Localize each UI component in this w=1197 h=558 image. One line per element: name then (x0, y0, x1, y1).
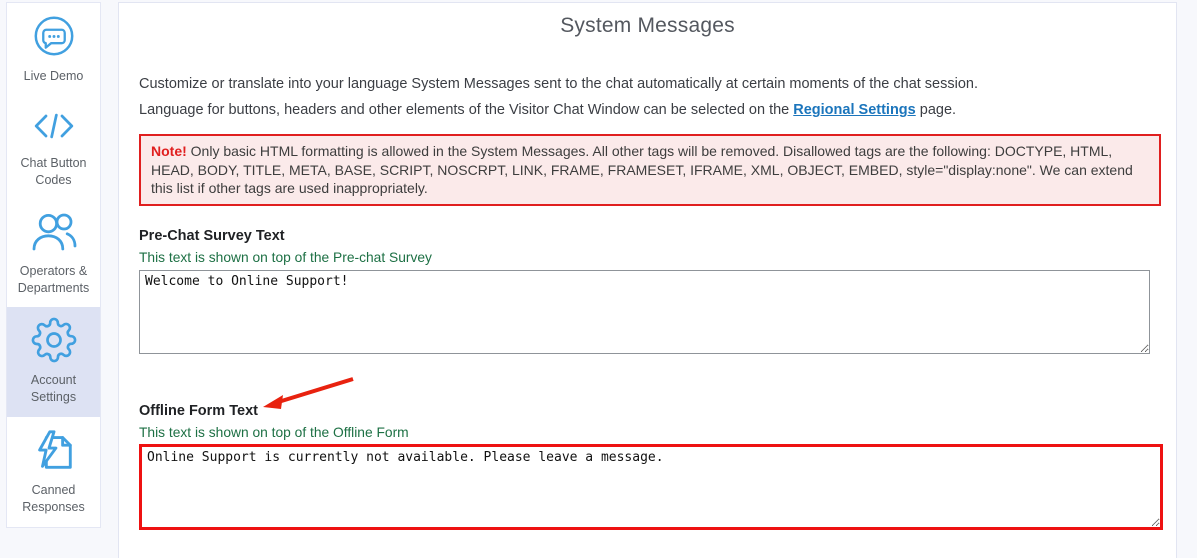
sidebar-item-operators-departments[interactable]: Operators & Departments (7, 200, 100, 308)
sidebar-item-label: Account Settings (10, 372, 97, 406)
sidebar-item-label: Chat Button Codes (10, 155, 97, 189)
intro-line-2-prefix: Language for buttons, headers and other … (139, 102, 793, 118)
sidebar-item-label: Canned Responses (10, 482, 97, 516)
code-icon (10, 106, 97, 151)
page-title: System Messages (119, 14, 1176, 38)
bolt-page-icon (10, 427, 97, 478)
chat-bubble-icon (10, 13, 97, 64)
sidebar-item-label: Operators & Departments (10, 263, 97, 297)
offline-form-textarea[interactable]: Online Support is currently not availabl… (139, 444, 1163, 530)
sidebar-item-label: Live Demo (10, 68, 97, 85)
gear-icon (10, 317, 97, 368)
pre-chat-survey-text-label: Pre-Chat Survey Text (139, 228, 285, 244)
intro-line-2: Language for buttons, headers and other … (139, 102, 1161, 118)
red-annotation-arrow-icon (253, 371, 359, 413)
note-label: Note! (151, 143, 187, 159)
pre-chat-survey-textarea[interactable]: Welcome to Online Support! (139, 270, 1150, 354)
sidebar-item-canned-responses[interactable]: Canned Responses (7, 417, 100, 527)
users-icon (10, 210, 97, 259)
sidebar-item-live-demo[interactable]: Live Demo (7, 3, 100, 96)
note-box: Note! Only basic HTML formatting is allo… (139, 134, 1161, 206)
sidebar-item-chat-button-codes[interactable]: Chat Button Codes (7, 96, 100, 200)
regional-settings-link[interactable]: Regional Settings (793, 102, 915, 118)
sidebar: Live Demo Chat Button Codes Operators & … (6, 2, 101, 528)
offline-form-text-label: Offline Form Text (139, 403, 258, 419)
pre-chat-survey-text-hint: This text is shown on top of the Pre-cha… (139, 250, 432, 265)
intro-line-1: Customize or translate into your languag… (139, 76, 1161, 92)
main-panel: System Messages Customize or translate i… (118, 2, 1177, 558)
note-text: Only basic HTML formatting is allowed in… (151, 143, 1133, 196)
sidebar-item-account-settings[interactable]: Account Settings (7, 307, 100, 417)
offline-form-text-hint: This text is shown on top of the Offline… (139, 425, 409, 440)
intro-line-2-suffix: page. (916, 102, 956, 118)
